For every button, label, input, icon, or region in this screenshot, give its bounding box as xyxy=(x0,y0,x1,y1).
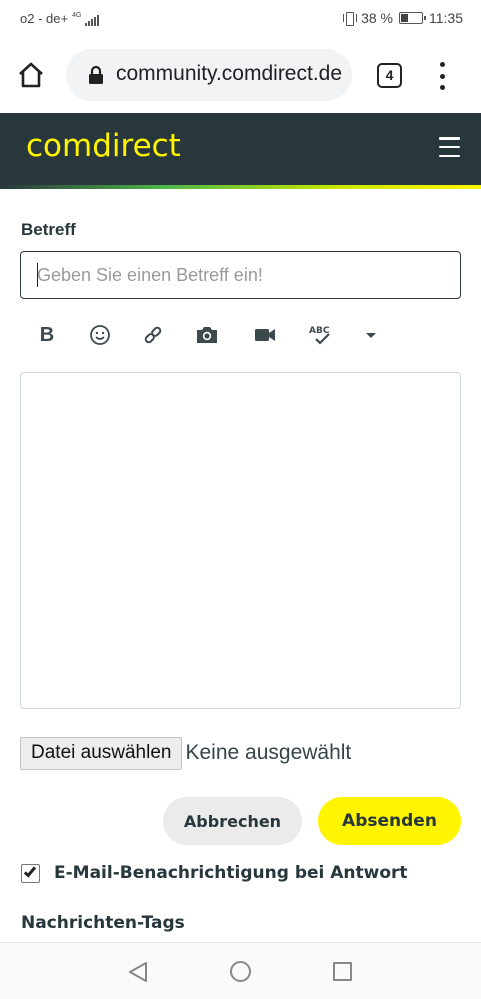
home-icon[interactable] xyxy=(16,60,46,90)
editor-toolbar: B ABC xyxy=(20,316,461,354)
bold-icon[interactable]: B xyxy=(32,320,62,350)
camera-icon[interactable] xyxy=(192,320,222,350)
carrier-name: o2 - de+ xyxy=(20,11,69,26)
status-bar: o2 - de+ 4G 38 % 11:35 xyxy=(0,0,481,38)
home-circle-icon[interactable] xyxy=(230,961,251,982)
subject-label: Betreff xyxy=(21,220,76,239)
site-header: comdirect xyxy=(0,113,481,185)
network-type: 4G xyxy=(72,12,82,19)
cancel-button[interactable]: Abbrechen xyxy=(163,797,302,845)
lock-icon xyxy=(88,65,104,85)
vibrate-icon xyxy=(343,11,358,26)
signal-icon xyxy=(85,14,100,26)
email-notification-label[interactable]: E-Mail-Benachrichtigung bei Antwort xyxy=(54,863,408,883)
tab-switcher-button[interactable]: 4 xyxy=(377,63,402,88)
android-nav-bar xyxy=(0,942,481,999)
comdirect-logo[interactable]: comdirect xyxy=(26,128,181,164)
dropdown-arrow-icon[interactable] xyxy=(356,320,386,350)
header-gradient-stripe xyxy=(0,185,481,189)
back-icon[interactable] xyxy=(128,961,148,988)
message-tags-label: Nachrichten-Tags xyxy=(21,913,185,933)
email-notification-row: E-Mail-Benachrichtigung bei Antwort xyxy=(21,861,408,885)
link-icon[interactable] xyxy=(138,320,168,350)
svg-text:ABC: ABC xyxy=(309,326,330,336)
file-status: Keine ausgewählt xyxy=(185,741,352,764)
choose-file-button[interactable]: Datei auswählen xyxy=(20,736,183,770)
message-body-editor[interactable] xyxy=(20,372,461,709)
url-bar[interactable]: community.comdirect.de xyxy=(66,49,352,101)
subject-input[interactable] xyxy=(20,251,461,299)
email-notification-checkbox[interactable] xyxy=(21,863,40,883)
status-left: o2 - de+ 4G xyxy=(20,11,100,26)
video-icon[interactable] xyxy=(250,320,280,350)
text-cursor xyxy=(37,263,38,287)
more-vert-icon[interactable] xyxy=(438,62,446,90)
file-upload-row: Datei auswählen Keine ausgewählt xyxy=(20,736,351,770)
battery-icon xyxy=(399,12,426,24)
browser-toolbar: community.comdirect.de 4 xyxy=(0,38,481,113)
battery-percent: 38 % xyxy=(361,10,393,26)
hamburger-menu-icon[interactable] xyxy=(439,137,460,157)
status-right: 38 % 11:35 xyxy=(343,10,463,26)
checkmark-icon xyxy=(23,863,37,878)
send-button[interactable]: Absenden xyxy=(318,797,461,845)
clock: 11:35 xyxy=(429,10,463,26)
emoji-icon[interactable] xyxy=(85,320,115,350)
spellcheck-icon[interactable]: ABC xyxy=(305,320,335,350)
recent-apps-icon[interactable] xyxy=(333,962,352,981)
battery-fill xyxy=(401,14,409,22)
url-text: community.comdirect.de xyxy=(116,62,343,85)
